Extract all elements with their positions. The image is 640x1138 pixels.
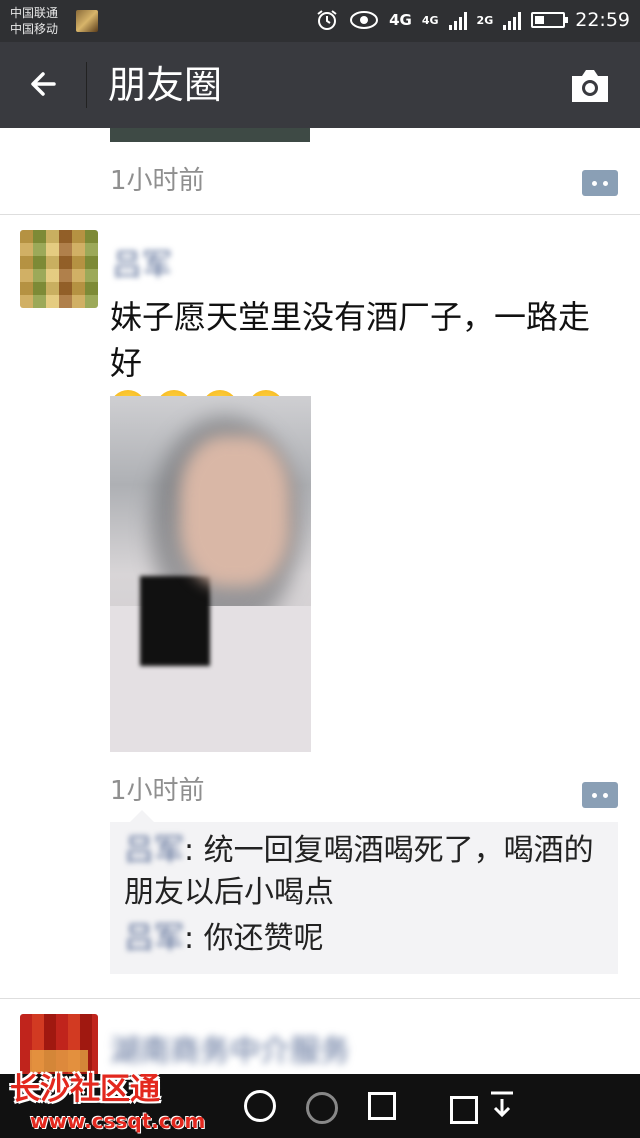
avatar[interactable] [20,230,98,308]
camera-icon[interactable] [568,68,612,104]
comment-text: 你还赞呢 [203,921,324,956]
comment-author[interactable]: 吕军 [124,918,184,960]
status-bar: 中国联通 中国移动 4G 4G 2G 22:59 [0,0,640,42]
network-type-3: 2G [476,13,494,27]
signal-icon [448,10,467,30]
eye-icon [350,11,379,29]
carrier-info: 中国联通 中国移动 [10,5,58,37]
battery-icon [531,12,569,28]
circle-icon[interactable] [306,1092,338,1124]
post-text-content: 妹子愿天堂里没有酒厂子，一路走好 [110,298,591,382]
notification-thumbnail-icon [76,10,98,32]
post-time: 1小时前 [110,166,205,196]
signal-icon-2 [503,10,522,30]
clock: 22:59 [575,9,630,31]
home-icon[interactable] [244,1090,276,1122]
watermark-url: www.cssqt.com [30,1109,206,1133]
moments-feed[interactable]: 1小时前 吕军 妹子愿天堂里没有酒厂子，一路走好 1小时前 吕军: 统一回复喝酒… [0,128,640,1074]
post-divider [0,998,640,999]
watermark-title: 长沙社区通 [10,1072,160,1107]
comment-author[interactable]: 吕军 [124,830,184,872]
network-type-2: 4G [421,13,439,27]
post-divider [0,214,640,215]
comment-box: 吕军: 统一回复喝酒喝死了，喝酒的朋友以后小喝点 吕军: 你还赞呢 [110,810,618,974]
watermark-logo: 长沙社区通 www.cssqt.com [10,1070,220,1132]
comment-button[interactable] [582,170,618,196]
app-header: 朋友圈 [0,42,640,128]
post-photo[interactable] [110,396,311,752]
pull-down-icon[interactable] [488,1090,516,1120]
post-author[interactable]: 湖南商务中介服务 [110,1026,440,1069]
alarm-icon [317,10,337,30]
post-author[interactable]: 吕军 [112,240,172,284]
recents-icon[interactable] [368,1092,396,1120]
previous-post-image[interactable] [110,128,310,142]
comment-item[interactable]: 吕军: 统一回复喝酒喝死了，喝酒的朋友以后小喝点 [124,830,608,914]
carrier-2: 中国移动 [10,22,59,36]
page-title: 朋友圈 [108,63,223,107]
avatar[interactable] [20,1014,98,1074]
post-time: 1小时前 [110,776,205,806]
network-type-1: 4G [389,11,412,29]
arrow-left-icon[interactable] [24,64,64,104]
header-divider [86,62,87,108]
square-icon[interactable] [450,1096,478,1124]
carrier-1: 中国联通 [10,6,59,20]
comment-button[interactable] [582,782,618,808]
comment-item[interactable]: 吕军: 你还赞呢 [124,918,608,960]
status-icons: 4G 4G 2G 22:59 [315,8,630,32]
